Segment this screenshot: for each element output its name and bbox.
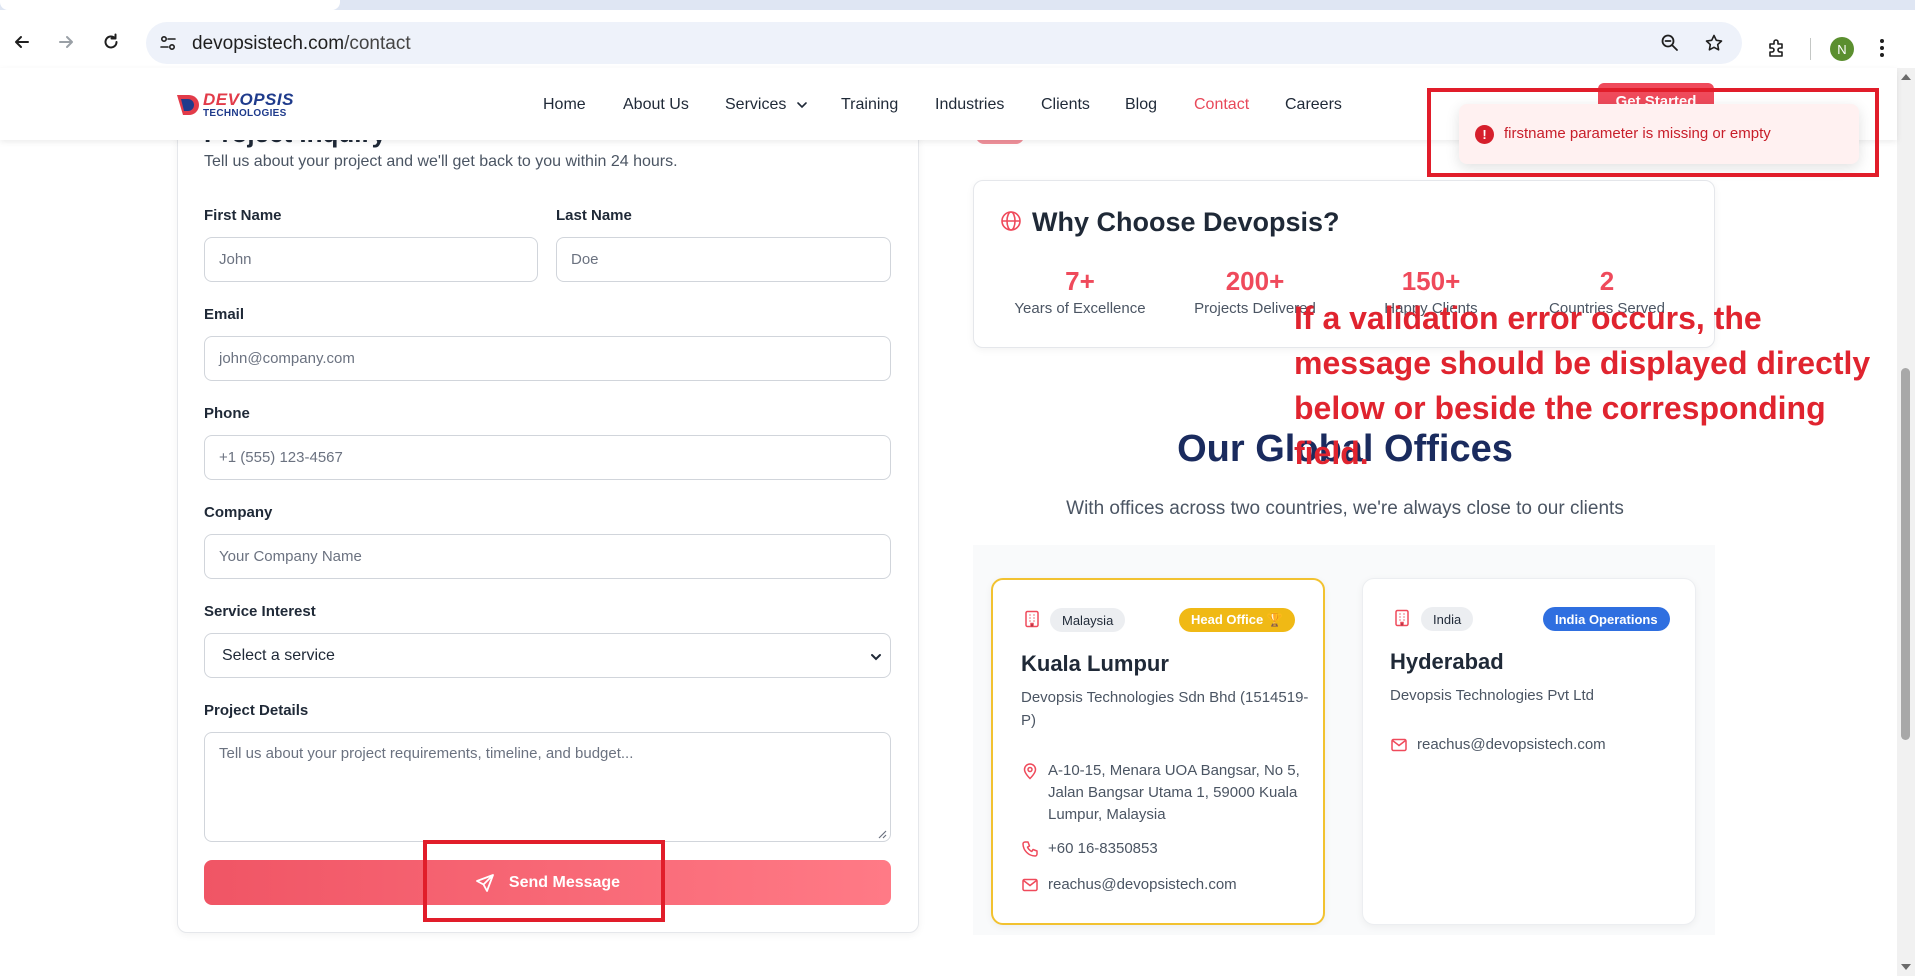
- site-logo[interactable]: DEVOPSIS TECHNOLOGIES: [175, 90, 293, 120]
- stat-value: 200+: [1225, 266, 1285, 296]
- devopsis-logo-icon: [177, 95, 199, 115]
- first-name-label: First Name: [204, 207, 282, 224]
- country-chip: Malaysia: [1050, 608, 1126, 632]
- profile-avatar[interactable]: N: [1830, 37, 1854, 61]
- office-card-malaysia: Malaysia Head Office 🏆 Kuala Lumpur Devo…: [991, 578, 1325, 925]
- back-button[interactable]: [8, 28, 36, 56]
- office-email[interactable]: reachus@devopsistech.com: [1417, 734, 1606, 756]
- service-interest-label: Service Interest: [204, 603, 316, 620]
- stat-value: 7+: [1065, 266, 1095, 296]
- why-choose-title: Why Choose Devopsis?: [1032, 207, 1340, 237]
- project-details-placeholder: Tell us about your project requirements,…: [219, 745, 634, 762]
- bookmark-star-icon[interactable]: [1704, 33, 1724, 53]
- nav-blog[interactable]: Blog: [1125, 96, 1157, 114]
- resize-handle-icon[interactable]: [877, 829, 887, 839]
- error-toast: ! firstname parameter is missing or empt…: [1459, 104, 1859, 164]
- reload-icon: [104, 33, 118, 49]
- office-city: Hyderabad: [1390, 649, 1504, 674]
- phone-label: Phone: [204, 405, 250, 422]
- chevron-down-icon: [797, 101, 807, 108]
- send-message-label: Send Message: [508, 873, 621, 891]
- error-toast-message: firstname parameter is missing or empty: [1504, 125, 1771, 142]
- send-paper-plane-icon: [476, 873, 494, 892]
- nav-services[interactable]: Services: [725, 96, 808, 114]
- nav-about[interactable]: About Us: [623, 96, 689, 114]
- phone-input[interactable]: +1 (555) 123-4567: [204, 435, 891, 480]
- tab-strip: [0, 0, 1915, 10]
- scroll-down-arrow-icon[interactable]: [1900, 962, 1912, 972]
- offices-subtitle: With offices across two countries, we're…: [1066, 498, 1624, 519]
- stat-label: Years of Excellence: [1014, 300, 1146, 317]
- toolbar-divider: [1810, 38, 1811, 60]
- building-icon: [1395, 609, 1409, 627]
- nav-training[interactable]: Training: [841, 96, 898, 114]
- service-interest-select[interactable]: Select a service: [204, 633, 891, 678]
- extensions-puzzle-icon[interactable]: [1766, 37, 1788, 59]
- globe-icon: [1001, 211, 1021, 231]
- nav-services-label: Services: [725, 96, 787, 113]
- chevron-down-icon: [871, 654, 881, 661]
- arrow-right-icon: [59, 36, 73, 48]
- mail-icon: [1022, 878, 1038, 892]
- stat-value: 150+: [1401, 266, 1461, 296]
- country-chip: India: [1421, 607, 1474, 631]
- last-name-input[interactable]: Doe: [556, 237, 891, 282]
- office-company: Devopsis Technologies Sdn Bhd (1514519-P…: [1021, 689, 1309, 729]
- company-label: Company: [204, 504, 273, 521]
- company-input[interactable]: Your Company Name: [204, 534, 891, 579]
- office-company: Devopsis Technologies Pvt Ltd: [1390, 687, 1595, 704]
- project-details-textarea[interactable]: Tell us about your project requirements,…: [204, 732, 891, 842]
- nav-home[interactable]: Home: [543, 96, 586, 114]
- browser-toolbar: devopsistech.com/contact N: [0, 10, 1915, 68]
- arrow-left-icon: [15, 36, 29, 48]
- nav-contact[interactable]: Contact: [1194, 96, 1249, 114]
- url-text: devopsistech.com/contact: [192, 33, 411, 54]
- send-message-button[interactable]: Send Message: [204, 860, 891, 905]
- browser-tab[interactable]: [343, 0, 633, 10]
- office-address: A-10-15, Menara UOA Bangsar, No 5, Jalan…: [1048, 762, 1300, 823]
- error-alert-icon: !: [1475, 125, 1494, 144]
- site-settings-icon[interactable]: [158, 33, 178, 53]
- nav-clients[interactable]: Clients: [1041, 96, 1090, 114]
- office-email[interactable]: reachus@devopsistech.com: [1048, 874, 1237, 896]
- india-operations-badge: India Operations: [1543, 607, 1670, 631]
- zoom-icon[interactable]: [1660, 33, 1680, 53]
- email-input[interactable]: john@company.com: [204, 336, 891, 381]
- office-city: Kuala Lumpur: [1021, 651, 1169, 676]
- annotation-text: If a validation error occurs, the messag…: [1294, 300, 1871, 471]
- address-bar[interactable]: devopsistech.com/contact: [146, 22, 1742, 64]
- stat-value: 2: [1599, 266, 1615, 296]
- nav-careers[interactable]: Careers: [1285, 96, 1342, 114]
- form-subtitle: Tell us about your project and we'll get…: [204, 153, 678, 170]
- nav-industries[interactable]: Industries: [935, 96, 1004, 114]
- mail-icon: [1391, 738, 1407, 752]
- head-office-badge: Head Office 🏆: [1179, 608, 1296, 632]
- office-card-india: India India Operations Hyderabad Devopsi…: [1362, 578, 1696, 925]
- office-phone[interactable]: +60 16-8350853: [1048, 838, 1158, 860]
- logo-wordmark: DEVOPSIS: [203, 90, 294, 109]
- building-icon: [1025, 610, 1039, 628]
- service-select-value: Select a service: [222, 646, 335, 664]
- map-pin-icon: [1023, 763, 1037, 780]
- forward-button[interactable]: [52, 28, 80, 56]
- first-name-input[interactable]: John: [204, 237, 538, 282]
- email-label: Email: [204, 306, 245, 323]
- kebab-menu-icon[interactable]: [1878, 38, 1886, 58]
- project-details-label: Project Details: [204, 702, 309, 719]
- browser-tab[interactable]: [0, 0, 340, 10]
- phone-icon: [1022, 841, 1038, 857]
- logo-subtitle: TECHNOLOGIES: [203, 108, 287, 119]
- last-name-label: Last Name: [556, 207, 632, 224]
- reload-button[interactable]: [97, 28, 125, 56]
- scroll-up-arrow-icon[interactable]: [1900, 72, 1912, 82]
